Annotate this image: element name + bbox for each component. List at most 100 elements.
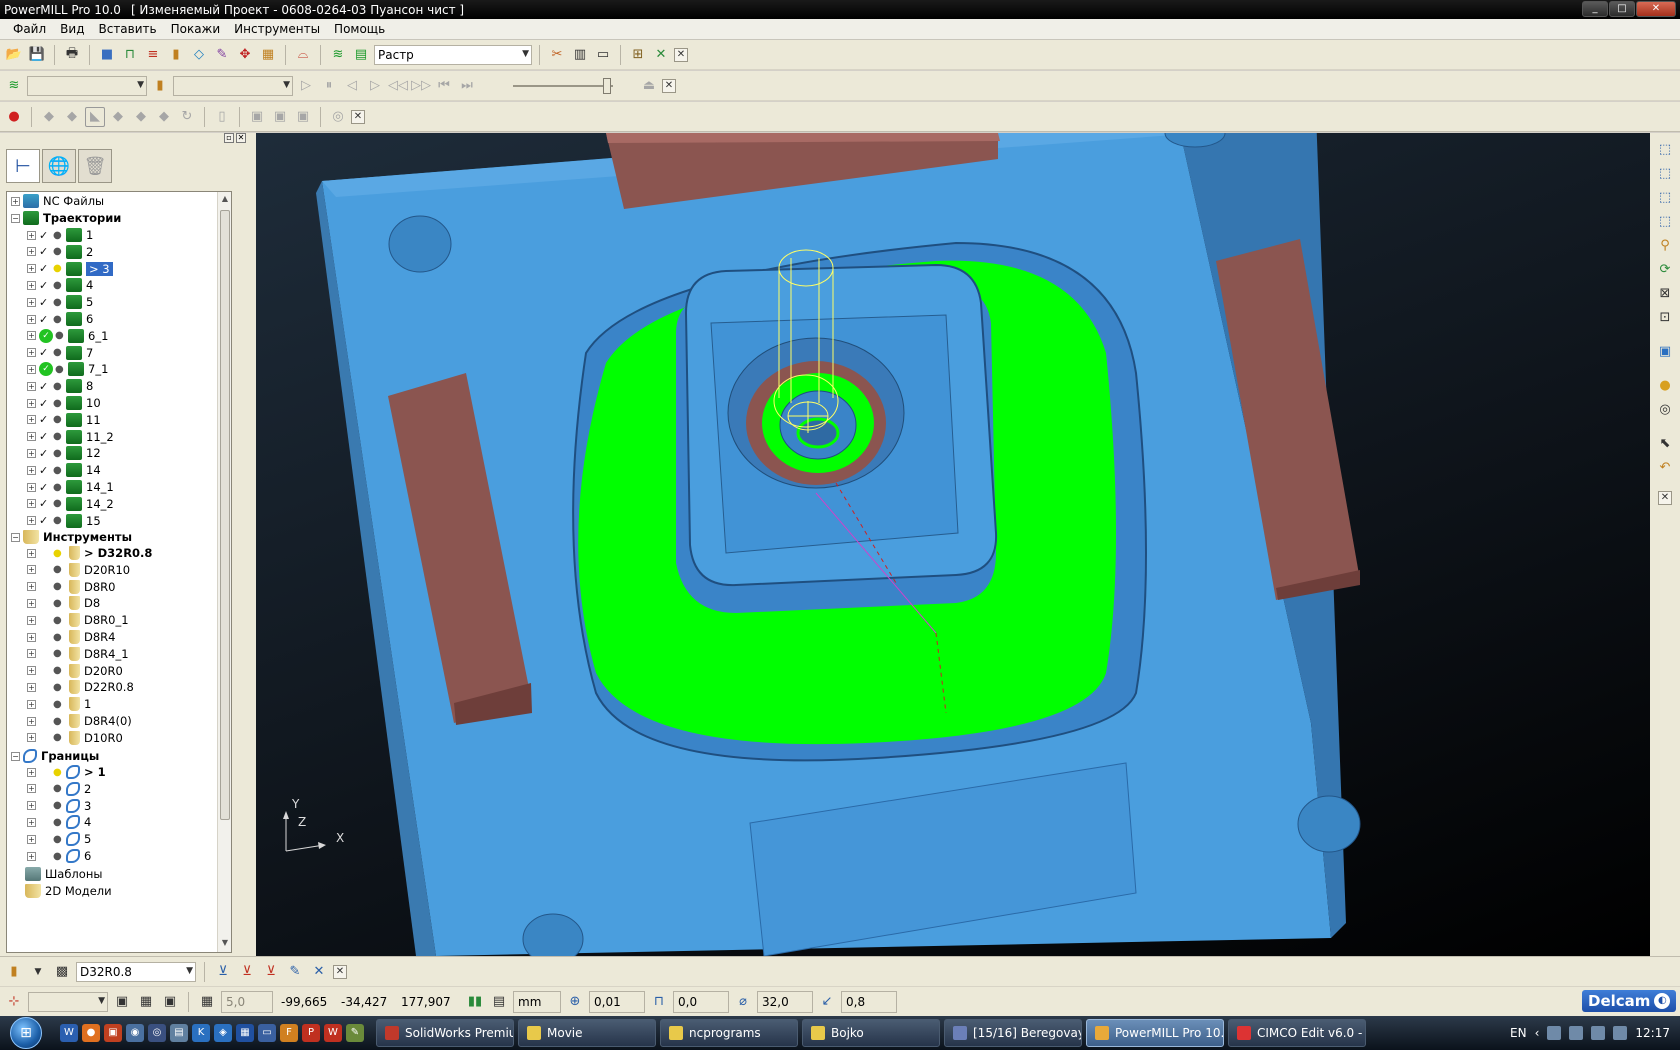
restore-icon[interactable]: ↻	[177, 107, 197, 127]
view-front-icon[interactable]: ⬚	[1654, 187, 1676, 207]
view-iso2-icon[interactable]: ⬚	[1654, 163, 1676, 183]
tool-delete-icon[interactable]: ✕	[309, 962, 329, 982]
volume-icon[interactable]	[1613, 1026, 1628, 1040]
boundary-icon[interactable]: ◇	[189, 45, 209, 65]
checkmark-icon[interactable]: ✓	[39, 313, 51, 326]
simulation-speed-slider[interactable]	[513, 76, 613, 96]
expand-icon[interactable]: +	[27, 482, 36, 492]
tool-edit-icon[interactable]: ⊻	[213, 962, 233, 982]
step-back-icon[interactable]: ◁	[342, 76, 362, 96]
stepover-field[interactable]: 0,8	[841, 990, 897, 1013]
toolpath-item[interactable]: + ✓ ● 6_1	[27, 327, 108, 345]
expand-icon[interactable]: +	[27, 448, 36, 458]
lightbulb-icon[interactable]: ●	[53, 347, 63, 358]
scroll-down-icon[interactable]: ▼	[220, 938, 230, 950]
lightbulb-icon[interactable]: ●	[53, 498, 63, 509]
menu-show[interactable]: Покажи	[164, 20, 228, 38]
expand-icon[interactable]: +	[27, 565, 36, 575]
save-icon[interactable]: 💾	[27, 45, 47, 65]
dock-icon[interactable]: ▫	[224, 133, 234, 143]
checkmark-icon[interactable]: ✓	[39, 464, 51, 477]
lightbulb-icon[interactable]: ●	[53, 783, 63, 794]
boundary-item[interactable]: + ● 5	[27, 830, 91, 848]
record-icon[interactable]: ●	[4, 107, 24, 127]
lightbulb-icon[interactable]: ●	[53, 482, 63, 493]
tool-holder-icon[interactable]: ▯	[212, 107, 232, 127]
collapse-icon[interactable]: −	[11, 751, 20, 761]
zoom-box-icon[interactable]: ⊡	[1654, 307, 1676, 327]
expand-icon[interactable]: +	[27, 364, 36, 374]
stock-model-icon[interactable]: ▦	[258, 45, 278, 65]
polished-icon[interactable]: ◆	[131, 107, 151, 127]
lightbulb-icon[interactable]: ●	[53, 716, 63, 727]
collision-icon[interactable]: ▣	[270, 107, 290, 127]
boundary-item[interactable]: + ● 4	[27, 813, 91, 831]
diameter-field[interactable]: 32,0	[757, 990, 813, 1013]
lightbulb-icon[interactable]: ●	[55, 330, 65, 341]
expand-icon[interactable]: +	[27, 280, 36, 290]
fast-forward-icon[interactable]: ▷▷	[411, 76, 431, 96]
chevron-down-icon[interactable]: ▼	[28, 962, 48, 982]
lightbulb-icon[interactable]: ●	[53, 767, 63, 778]
tree-scrollbar[interactable]: ▲ ▼	[217, 192, 231, 952]
gouge-icon[interactable]: ◆	[154, 107, 174, 127]
toolpath-item[interactable]: + ✓ ● 1	[27, 226, 93, 244]
start-button[interactable]: ⊞	[0, 1016, 52, 1050]
taskbar-button[interactable]: PowerMILL Pro 10.0...	[1086, 1019, 1224, 1047]
calculator-icon[interactable]: ▥	[570, 45, 590, 65]
viewmill-options-icon[interactable]: ◎	[328, 107, 348, 127]
rainbow-icon[interactable]: ◆	[62, 107, 82, 127]
toolpath-item[interactable]: + ✓ ● 4	[27, 276, 93, 294]
calculated-check-icon[interactable]: ✓	[39, 328, 53, 343]
app-icon[interactable]: ✎	[346, 1024, 364, 1042]
lightbulb-icon[interactable]: ●	[53, 632, 63, 643]
menu-insert[interactable]: Вставить	[91, 20, 163, 38]
go-end-icon[interactable]: ⏭	[457, 76, 477, 96]
lightbulb-icon[interactable]: ●	[53, 648, 63, 659]
expand-icon[interactable]: +	[27, 784, 36, 794]
toolpath-item[interactable]: + ✓ ● 7_1	[27, 360, 108, 378]
thickness-icon[interactable]: ⊓	[649, 992, 669, 1012]
expand-icon[interactable]: +	[27, 314, 36, 324]
undo-select-icon[interactable]: ↶	[1654, 457, 1676, 477]
expand-icon[interactable]: +	[27, 516, 36, 526]
tab-html-browser[interactable]: 🌐	[42, 149, 76, 183]
expand-icon[interactable]: +	[27, 381, 36, 391]
lightbulb-icon[interactable]: ●	[53, 414, 63, 425]
simulation-toolpath-combo[interactable]: ▼	[27, 75, 147, 96]
simulation-tool-icon[interactable]: ▮	[150, 76, 170, 96]
toolpath-item[interactable]: + ✓ ● 14_2	[27, 495, 114, 513]
toolpath-item[interactable]: + ✓ ● 5	[27, 293, 93, 311]
shaded-stock-icon[interactable]: ◆	[39, 107, 59, 127]
refresh-icon[interactable]: ⟳	[1654, 259, 1676, 279]
expand-icon[interactable]: +	[27, 247, 36, 257]
checkmark-icon[interactable]: ✓	[39, 279, 51, 292]
collapse-icon[interactable]: −	[11, 213, 20, 223]
app-icon[interactable]: ▤	[170, 1024, 188, 1042]
grid-field[interactable]: 5,0	[221, 990, 273, 1013]
expand-icon[interactable]: +	[27, 415, 36, 425]
expand-icon[interactable]: +	[27, 297, 36, 307]
app-icon[interactable]: F	[280, 1024, 298, 1042]
rapid-move-icon[interactable]: ⊓	[120, 45, 140, 65]
workplane-icon[interactable]: ⊹	[4, 992, 24, 1012]
checkmark-icon[interactable]: ✓	[39, 229, 51, 242]
toolpath-item[interactable]: + ✓ ● > 3	[27, 260, 113, 278]
graphics-viewport[interactable]: Y Z X	[256, 133, 1650, 956]
strategy-combo[interactable]: Растр ▼	[374, 44, 532, 65]
taskbar-button[interactable]: ncprograms	[660, 1019, 798, 1047]
lightbulb-icon[interactable]: ●	[53, 581, 63, 592]
snap-point-icon[interactable]: ▣	[160, 992, 180, 1012]
block-icon[interactable]: ■	[97, 45, 117, 65]
checkmark-icon[interactable]: ✓	[39, 380, 51, 393]
expand-icon[interactable]: +	[27, 699, 36, 709]
expand-icon[interactable]: +	[27, 682, 36, 692]
expand-icon[interactable]: +	[27, 649, 36, 659]
statistics-icon[interactable]: ⊞	[628, 45, 648, 65]
checkmark-icon[interactable]: ✓	[39, 430, 51, 443]
close-button[interactable]: ✕	[1636, 1, 1676, 17]
scroll-up-icon[interactable]: ▲	[220, 194, 230, 206]
clock[interactable]: 12:17	[1635, 1026, 1670, 1040]
tree-node-2d-models[interactable]: 2D Модели	[25, 882, 112, 900]
ruler-icon[interactable]: ▭	[593, 45, 613, 65]
